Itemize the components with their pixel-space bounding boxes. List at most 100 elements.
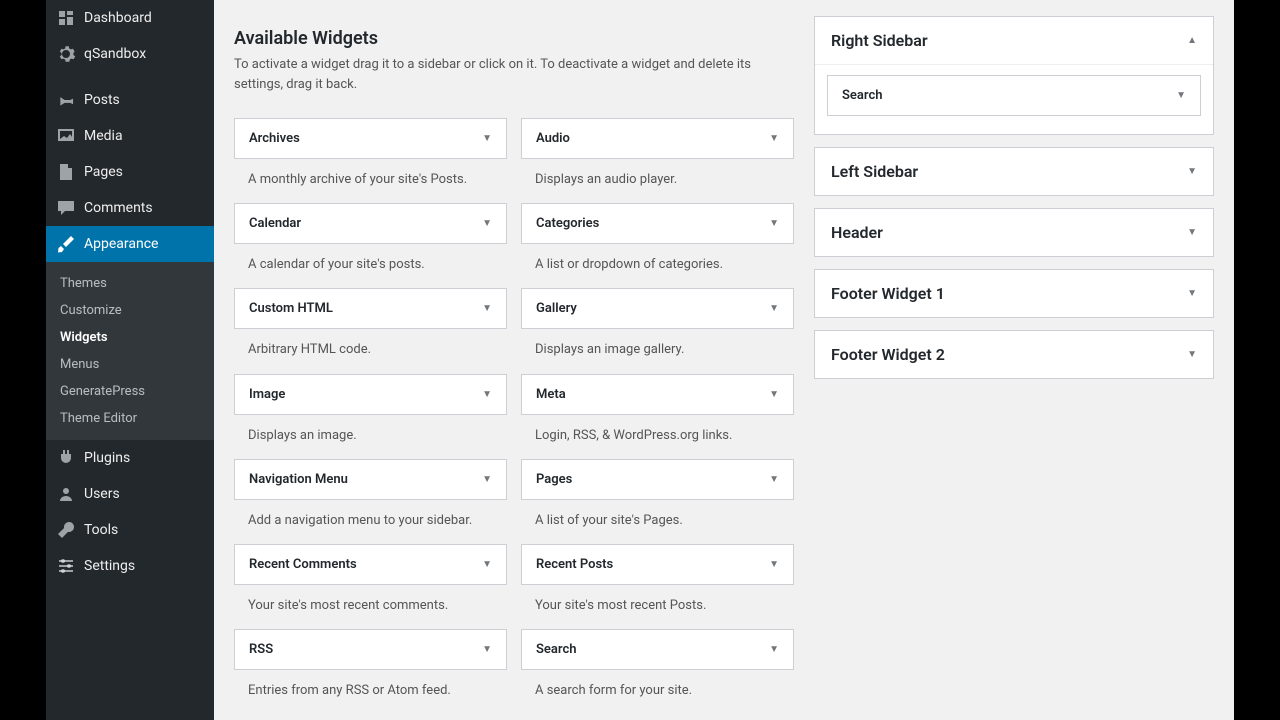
sidebar-item-users[interactable]: Users bbox=[46, 476, 214, 512]
submenu-menus[interactable]: Menus bbox=[46, 351, 214, 378]
widget-description: Displays an audio player. bbox=[521, 159, 794, 197]
area-right-sidebar: Right Sidebar ▲ Search ▼ bbox=[814, 16, 1214, 135]
widget-description: A monthly archive of your site's Posts. bbox=[234, 159, 507, 197]
available-widgets-heading: Available Widgets bbox=[234, 28, 794, 49]
plugin-icon bbox=[56, 448, 76, 468]
menu-label: Tools bbox=[84, 522, 118, 538]
widget-title: Navigation Menu bbox=[249, 472, 348, 487]
submenu-customize[interactable]: Customize bbox=[46, 297, 214, 324]
chevron-down-icon: ▼ bbox=[482, 644, 492, 655]
comment-icon bbox=[56, 198, 76, 218]
chevron-down-icon: ▼ bbox=[1176, 90, 1186, 101]
menu-label: Comments bbox=[84, 200, 153, 216]
widget-meta[interactable]: Meta ▼ bbox=[521, 374, 794, 415]
widget-audio[interactable]: Audio ▼ bbox=[521, 118, 794, 159]
area-title: Footer Widget 1 bbox=[831, 284, 945, 303]
area-title: Right Sidebar bbox=[831, 31, 928, 50]
sidebar-item-media[interactable]: Media bbox=[46, 118, 214, 154]
widget-title: Recent Comments bbox=[249, 557, 357, 572]
menu-label: Appearance bbox=[84, 236, 158, 252]
sidebar-item-comments[interactable]: Comments bbox=[46, 190, 214, 226]
pin-icon bbox=[56, 90, 76, 110]
widget-title: Recent Posts bbox=[536, 557, 613, 572]
menu-label: qSandbox bbox=[84, 46, 146, 62]
widget-description: Login, RSS, & WordPress.org links. bbox=[521, 415, 794, 453]
widget-description: Your site's most recent comments. bbox=[234, 585, 507, 623]
area-body[interactable]: Search ▼ bbox=[815, 64, 1213, 134]
chevron-down-icon: ▼ bbox=[769, 218, 779, 229]
available-widgets-description: To activate a widget drag it to a sideba… bbox=[234, 55, 794, 94]
widget-description: Your site's most recent Posts. bbox=[521, 585, 794, 623]
widget-navigation-menu[interactable]: Navigation Menu ▼ bbox=[234, 459, 507, 500]
chevron-down-icon: ▼ bbox=[1187, 288, 1197, 299]
placed-widget-title: Search bbox=[842, 88, 883, 103]
widget-title: Audio bbox=[536, 131, 570, 146]
widget-title: Custom HTML bbox=[249, 301, 333, 316]
sidebar-item-posts[interactable]: Posts bbox=[46, 82, 214, 118]
admin-sidebar: Dashboard qSandbox Posts Media Pages Com… bbox=[46, 0, 214, 720]
widget-rss[interactable]: RSS ▼ bbox=[234, 629, 507, 670]
chevron-down-icon: ▼ bbox=[482, 133, 492, 144]
settings-icon bbox=[56, 556, 76, 576]
submenu-widgets[interactable]: Widgets bbox=[46, 324, 214, 351]
widget-title: Meta bbox=[536, 387, 566, 402]
tools-icon bbox=[56, 520, 76, 540]
area-title: Footer Widget 2 bbox=[831, 345, 945, 364]
widget-title: Categories bbox=[536, 216, 599, 231]
area-header-footer-1[interactable]: Footer Widget 1 ▼ bbox=[815, 270, 1213, 317]
area-header-footer-2[interactable]: Footer Widget 2 ▼ bbox=[815, 331, 1213, 378]
menu-label: Pages bbox=[84, 164, 123, 180]
submenu-theme-editor[interactable]: Theme Editor bbox=[46, 405, 214, 432]
sidebar-item-settings[interactable]: Settings bbox=[46, 548, 214, 584]
chevron-down-icon: ▼ bbox=[482, 218, 492, 229]
sidebar-item-tools[interactable]: Tools bbox=[46, 512, 214, 548]
widget-areas-panel: Right Sidebar ▲ Search ▼ Left Sidebar ▼ bbox=[814, 0, 1214, 700]
widget-recent-posts[interactable]: Recent Posts ▼ bbox=[521, 544, 794, 585]
placed-widget-search[interactable]: Search ▼ bbox=[827, 75, 1201, 116]
sidebar-item-plugins[interactable]: Plugins bbox=[46, 440, 214, 476]
area-header-left-sidebar[interactable]: Left Sidebar ▼ bbox=[815, 148, 1213, 195]
menu-label: Posts bbox=[84, 92, 120, 108]
chevron-down-icon: ▼ bbox=[482, 303, 492, 314]
submenu-themes[interactable]: Themes bbox=[46, 270, 214, 297]
menu-label: Plugins bbox=[84, 450, 130, 466]
media-icon bbox=[56, 126, 76, 146]
area-footer-2: Footer Widget 2 ▼ bbox=[814, 330, 1214, 379]
widget-title: Archives bbox=[249, 131, 300, 146]
widget-description: A list or dropdown of categories. bbox=[521, 244, 794, 282]
widget-archives[interactable]: Archives ▼ bbox=[234, 118, 507, 159]
sidebar-item-qsandbox[interactable]: qSandbox bbox=[46, 36, 214, 72]
widget-pages[interactable]: Pages ▼ bbox=[521, 459, 794, 500]
submenu-generatepress[interactable]: GeneratePress bbox=[46, 378, 214, 405]
area-header-right-sidebar[interactable]: Right Sidebar ▲ bbox=[815, 17, 1213, 64]
area-header-header[interactable]: Header ▼ bbox=[815, 209, 1213, 256]
widget-gallery[interactable]: Gallery ▼ bbox=[521, 288, 794, 329]
widget-description: Displays an image. bbox=[234, 415, 507, 453]
widget-custom-html[interactable]: Custom HTML ▼ bbox=[234, 288, 507, 329]
chevron-down-icon: ▼ bbox=[769, 474, 779, 485]
widget-calendar[interactable]: Calendar ▼ bbox=[234, 203, 507, 244]
chevron-down-icon: ▼ bbox=[1187, 166, 1197, 177]
widget-title: Pages bbox=[536, 472, 572, 487]
brush-icon bbox=[56, 234, 76, 254]
menu-label: Settings bbox=[84, 558, 135, 574]
sidebar-item-dashboard[interactable]: Dashboard bbox=[46, 0, 214, 36]
widget-description: A list of your site's Pages. bbox=[521, 500, 794, 538]
widget-recent-comments[interactable]: Recent Comments ▼ bbox=[234, 544, 507, 585]
widget-description: Entries from any RSS or Atom feed. bbox=[234, 670, 507, 708]
area-left-sidebar: Left Sidebar ▼ bbox=[814, 147, 1214, 196]
sidebar-item-appearance[interactable]: Appearance bbox=[46, 226, 214, 262]
available-widgets-panel: Available Widgets To activate a widget d… bbox=[234, 0, 794, 700]
widget-description: Displays an image gallery. bbox=[521, 329, 794, 367]
area-header: Header ▼ bbox=[814, 208, 1214, 257]
widget-description: A calendar of your site's posts. bbox=[234, 244, 507, 282]
widget-image[interactable]: Image ▼ bbox=[234, 374, 507, 415]
sidebar-item-pages[interactable]: Pages bbox=[46, 154, 214, 190]
widget-description: Add a navigation menu to your sidebar. bbox=[234, 500, 507, 538]
chevron-down-icon: ▼ bbox=[769, 303, 779, 314]
widget-categories[interactable]: Categories ▼ bbox=[521, 203, 794, 244]
chevron-down-icon: ▼ bbox=[769, 559, 779, 570]
widget-description: A search form for your site. bbox=[521, 670, 794, 708]
widget-search[interactable]: Search ▼ bbox=[521, 629, 794, 670]
area-title: Header bbox=[831, 223, 883, 242]
